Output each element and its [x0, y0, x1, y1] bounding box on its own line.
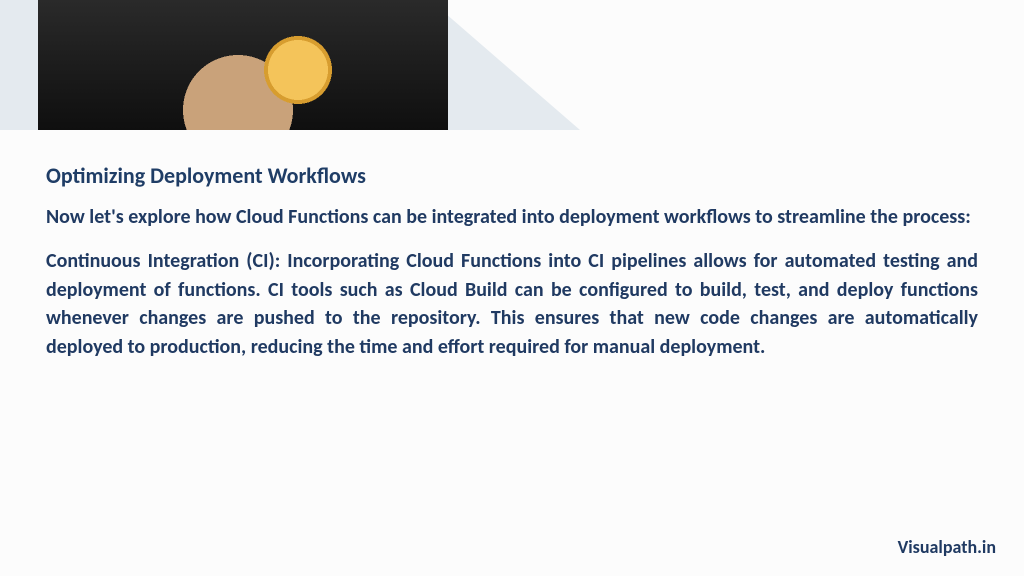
slide-heading: Optimizing Deployment Workflows [46, 162, 978, 189]
slide: ₿ Optimizing Deployment Workflows Now le… [0, 0, 1024, 576]
header-photo: ₿ [38, 0, 448, 130]
body-paragraph: Continuous Integration (CI): Incorporati… [46, 247, 978, 361]
content-area: Optimizing Deployment Workflows Now let'… [46, 162, 978, 377]
bitcoin-coin-icon: ₿ [309, 48, 338, 90]
footer-brand: Visualpath.in [898, 536, 996, 558]
intro-paragraph: Now let's explore how Cloud Functions ca… [46, 203, 978, 231]
